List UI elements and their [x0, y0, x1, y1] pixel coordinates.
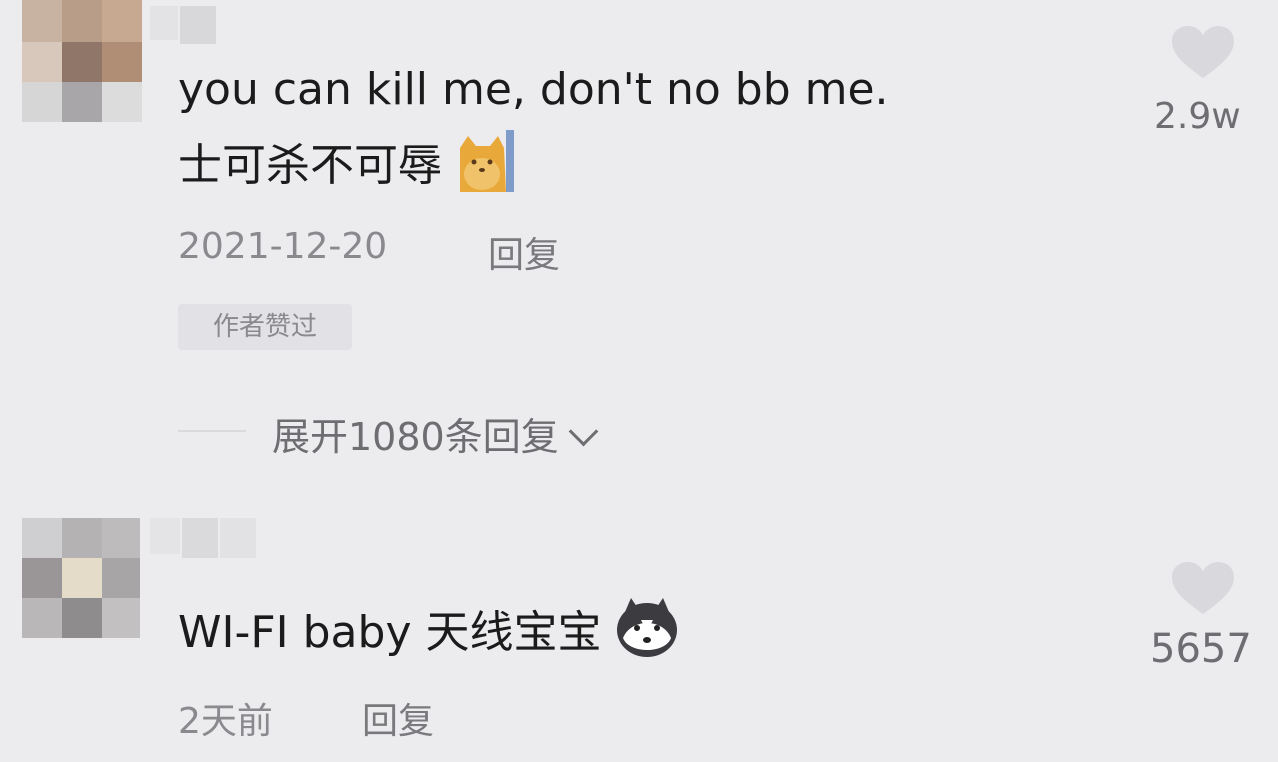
like-count: 5657 [1150, 626, 1252, 672]
like-button[interactable] [1170, 24, 1236, 80]
author-liked-badge: 作者赞过 [178, 304, 352, 350]
reply-button[interactable]: 回复 [488, 226, 560, 278]
like-button[interactable] [1170, 560, 1236, 616]
comment-text-cn: 士可杀不可辱 [178, 130, 516, 206]
reply-button[interactable]: 回复 [362, 692, 434, 744]
expand-replies-button[interactable]: 展开1080条回复 [272, 406, 599, 461]
divider [178, 430, 246, 432]
avatar[interactable] [22, 0, 142, 122]
avatar[interactable] [22, 518, 140, 638]
comment-text: WI-FI baby 天线宝宝 [178, 598, 679, 672]
shiba-peek-icon [456, 130, 516, 206]
chevron-down-icon [568, 416, 599, 447]
comment-text: you can kill me, don't no bb me. [178, 64, 889, 115]
comment-date: 2021-12-20 [178, 226, 388, 267]
username[interactable] [150, 6, 230, 46]
username[interactable] [150, 518, 260, 568]
like-count: 2.9w [1154, 96, 1241, 137]
comment-list: you can kill me, don't no bb me. 士可杀不可辱 … [0, 0, 1278, 762]
comment-date: 2天前 [178, 701, 273, 742]
husky-icon [615, 598, 679, 672]
heart-icon [1172, 26, 1234, 78]
heart-icon [1172, 562, 1234, 614]
